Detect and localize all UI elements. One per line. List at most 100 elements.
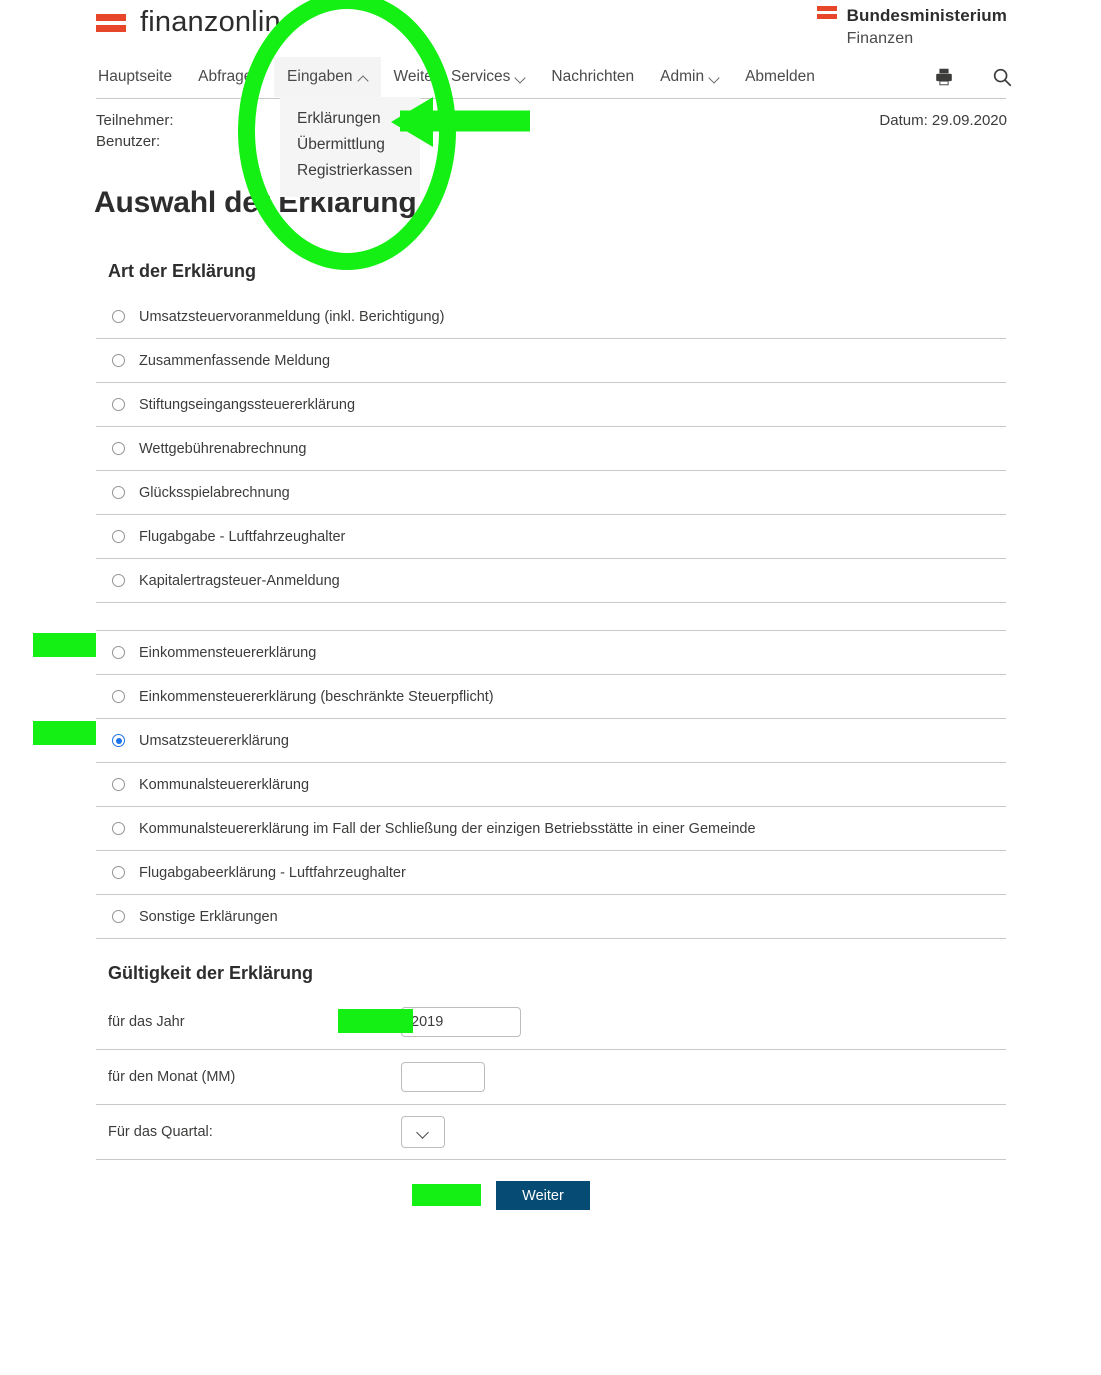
- nav-item-label: Abfragen: [198, 68, 262, 85]
- austria-flag-icon: [96, 12, 126, 34]
- section-heading-gueltigkeit: Gültigkeit der Erklärung: [108, 963, 314, 983]
- erklaerung-option-label: Flugabgabeerklärung - Luftfahrzeughalter: [139, 864, 406, 881]
- erklaerung-option-row[interactable]: Flugabgabeerklärung - Luftfahrzeughalter: [96, 851, 1006, 895]
- nav-item-label: Abmelden: [745, 68, 815, 85]
- erklaerung-option-row[interactable]: Kommunalsteuererklärung im Fall der Schl…: [96, 807, 1006, 851]
- austria-flag-icon: [816, 5, 837, 20]
- radio-unselected[interactable]: [112, 778, 125, 791]
- user-info: Teilnehmer: Benutzer:: [96, 110, 174, 152]
- monat-label: für den Monat (MM): [108, 1069, 236, 1085]
- teilnehmer-label: Teilnehmer:: [96, 112, 174, 129]
- nav-item-list: Hauptseite Abfragen Eingaben Weitere Ser…: [85, 57, 828, 97]
- erklaerung-option-row[interactable]: Stiftungseingangssteuererklärung: [96, 383, 1006, 427]
- erklaerung-option-row[interactable]: Einkommensteuererklärung: [96, 631, 1006, 675]
- section-heading-art: Art der Erklärung: [108, 261, 257, 281]
- nav-item-label: Weitere Services: [393, 68, 511, 85]
- radio-unselected[interactable]: [112, 866, 125, 879]
- quartal-select[interactable]: [401, 1116, 445, 1148]
- radio-unselected[interactable]: [112, 442, 125, 455]
- radio-unselected[interactable]: [112, 486, 125, 499]
- nav-item-label: Admin: [660, 68, 705, 85]
- chevron-down-icon: [516, 73, 525, 82]
- nav-item-eingaben[interactable]: Eingaben: [274, 57, 381, 97]
- main-navigation: Hauptseite Abfragen Eingaben Weitere Ser…: [0, 57, 1101, 97]
- nav-item-hauptseite[interactable]: Hauptseite: [85, 57, 185, 97]
- radio-unselected[interactable]: [112, 822, 125, 835]
- erklaerung-option-row[interactable]: Umsatzsteuererklärung: [96, 719, 1006, 763]
- radio-unselected[interactable]: [112, 690, 125, 703]
- eingaben-dropdown-menu: Erklärungen Übermittlung Registrierkasse…: [280, 97, 420, 197]
- ministry-name: Bundesministerium: [846, 6, 1007, 25]
- jahr-input[interactable]: [401, 1007, 521, 1037]
- quartal-label: Für das Quartal:: [108, 1124, 213, 1140]
- erklaerung-option-label: Kommunalsteuererklärung im Fall der Schl…: [139, 820, 756, 837]
- radio-unselected[interactable]: [112, 646, 125, 659]
- finanzonline-logo-text: finanzonline: [140, 6, 298, 38]
- current-date: Datum: 29.09.2020: [879, 112, 1007, 129]
- erklaerung-option-label: Stiftungseingangssteuererklärung: [139, 396, 356, 413]
- radio-unselected[interactable]: [112, 310, 125, 323]
- radio-unselected[interactable]: [112, 910, 125, 923]
- ministry-department: Finanzen: [846, 29, 914, 47]
- erklaerung-option-row[interactable]: Glücksspielabrechnung: [96, 471, 1006, 515]
- highlight-bar-umsatzsteuererklaerung: [33, 721, 96, 745]
- dropdown-item-uebermittlung[interactable]: Übermittlung: [280, 132, 420, 158]
- chevron-up-icon: [359, 73, 368, 82]
- dropdown-item-label: Übermittlung: [297, 136, 385, 153]
- erklaerung-option-label: Zusammenfassende Meldung: [139, 352, 331, 369]
- chevron-down-icon: [710, 73, 719, 82]
- nav-item-abmelden[interactable]: Abmelden: [732, 57, 828, 97]
- finanzonline-page: finanzonline Bundesministerium Finanzen …: [0, 0, 1101, 1375]
- radio-selected[interactable]: [112, 734, 125, 747]
- nav-item-label: Hauptseite: [98, 68, 173, 85]
- benutzer-label: Benutzer:: [96, 133, 161, 150]
- erklaerung-option-label: Sonstige Erklärungen: [139, 908, 278, 925]
- form-row-monat: für den Monat (MM): [96, 1050, 1006, 1105]
- erklaerung-option-label: Einkommensteuererklärung: [139, 644, 317, 661]
- erklaerung-option-row[interactable]: Wettgebührenabrechnung: [96, 427, 1006, 471]
- dropdown-item-erklaerungen[interactable]: Erklärungen: [280, 106, 420, 132]
- nav-item-weitere-services[interactable]: Weitere Services: [381, 57, 539, 97]
- gueltigkeit-form: für das Jahr für den Monat (MM) Für das …: [96, 995, 1006, 1160]
- monat-input[interactable]: [401, 1062, 485, 1092]
- dropdown-item-label: Erklärungen: [297, 110, 381, 127]
- brand-header: finanzonline Bundesministerium Finanzen: [0, 0, 1101, 56]
- erklaerung-option-label: Wettgebührenabrechnung: [139, 440, 307, 457]
- nav-divider: [96, 98, 1006, 99]
- form-row-jahr: für das Jahr: [96, 995, 1006, 1050]
- radio-unselected[interactable]: [112, 354, 125, 367]
- weiter-button[interactable]: Weiter: [496, 1181, 590, 1210]
- erklaerung-option-row[interactable]: Sonstige Erklärungen: [96, 895, 1006, 939]
- highlight-bar-weiter-button: [412, 1184, 481, 1206]
- erklaerung-option-row[interactable]: Kommunalsteuererklärung: [96, 763, 1006, 807]
- list-spacer-row: [96, 603, 1006, 631]
- radio-unselected[interactable]: [112, 530, 125, 543]
- erklaerung-option-label: Glücksspielabrechnung: [139, 484, 290, 501]
- finanzonline-logo[interactable]: finanzonline: [96, 6, 297, 39]
- form-row-quartal: Für das Quartal:: [96, 1105, 1006, 1160]
- erklaerung-option-row[interactable]: Kapitalertragsteuer-Anmeldung: [96, 559, 1006, 603]
- erklaerung-option-row[interactable]: Flugabgabe - Luftfahrzeughalter: [96, 515, 1006, 559]
- search-icon[interactable]: [991, 66, 1013, 88]
- nav-item-nachrichten[interactable]: Nachrichten: [538, 57, 647, 97]
- dropdown-item-label: Registrierkassen: [297, 162, 413, 179]
- print-icon[interactable]: [933, 66, 955, 88]
- radio-unselected[interactable]: [112, 574, 125, 587]
- erklaerung-option-row[interactable]: Zusammenfassende Meldung: [96, 339, 1006, 383]
- radio-unselected[interactable]: [112, 398, 125, 411]
- erklaerung-option-label: Umsatzsteuervoranmeldung (inkl. Berichti…: [139, 308, 445, 325]
- highlight-bar-jahr-field: [338, 1009, 413, 1033]
- erklaerung-option-label: Umsatzsteuererklärung: [139, 732, 289, 749]
- erklaerung-option-row[interactable]: Einkommensteuererklärung (beschränkte St…: [96, 675, 1006, 719]
- ministry-logo: Bundesministerium Finanzen: [816, 5, 1007, 50]
- erklaerung-option-label: Kommunalsteuererklärung: [139, 776, 310, 793]
- nav-item-label: Eingaben: [287, 68, 353, 85]
- highlight-bar-einkommensteuererklaerung: [33, 633, 96, 657]
- nav-item-admin[interactable]: Admin: [647, 57, 732, 97]
- erklaerung-option-label: Einkommensteuererklärung (beschränkte St…: [139, 688, 494, 705]
- dropdown-item-registrierkassen[interactable]: Registrierkassen: [280, 158, 420, 184]
- nav-item-abfragen[interactable]: Abfragen: [185, 57, 274, 97]
- nav-icon-group: [933, 57, 1013, 97]
- erklaerung-type-list: Umsatzsteuervoranmeldung (inkl. Berichti…: [96, 295, 1006, 939]
- erklaerung-option-row[interactable]: Umsatzsteuervoranmeldung (inkl. Berichti…: [96, 295, 1006, 339]
